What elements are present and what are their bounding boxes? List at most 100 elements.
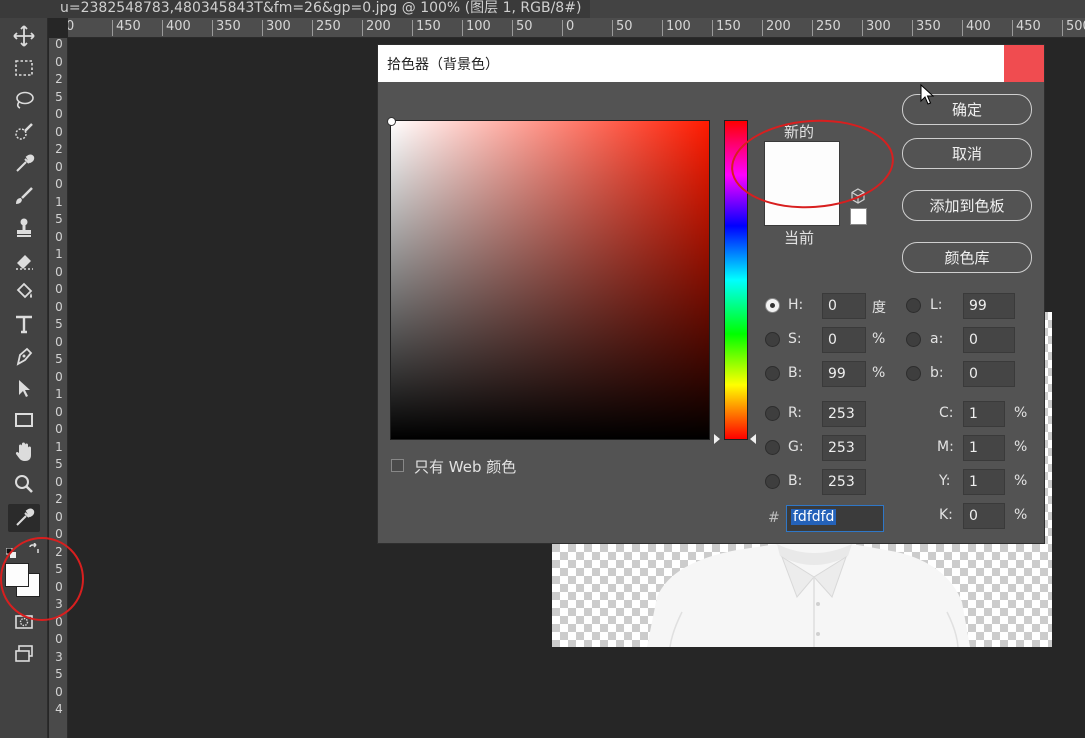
l-input[interactable]: 99 xyxy=(963,293,1015,319)
ruler-tick-label: 150 xyxy=(712,20,741,36)
radio-l[interactable] xyxy=(906,298,921,313)
ruler-tick-label: 0 xyxy=(562,20,574,36)
field-cursor[interactable] xyxy=(387,117,396,126)
a-input[interactable]: 0 xyxy=(963,327,1015,353)
eyedropper-active-icon[interactable] xyxy=(8,504,40,532)
move-icon[interactable] xyxy=(8,22,40,50)
hand-icon[interactable] xyxy=(8,438,40,466)
radio-h[interactable] xyxy=(765,298,780,313)
ruler-tick-label: 350 xyxy=(212,20,241,36)
b-input[interactable]: 99 xyxy=(822,361,866,387)
hex-value-selected: fdfdfd xyxy=(791,509,837,525)
vertical-ruler-tick-label: 2 xyxy=(55,142,63,156)
add-to-swatches-button[interactable]: 添加到色板 xyxy=(902,190,1032,221)
marquee-icon[interactable] xyxy=(8,54,40,82)
rgb-b-input[interactable]: 253 xyxy=(822,469,866,495)
ruler-tick-label: 200 xyxy=(362,20,391,36)
vertical-ruler-tick-label: 3 xyxy=(55,649,63,664)
lasso-icon[interactable] xyxy=(8,86,40,114)
cancel-button[interactable]: 取消 xyxy=(902,138,1032,169)
lab-b-label: b: xyxy=(930,365,944,381)
k-input[interactable]: 0 xyxy=(963,503,1005,529)
vertical-ruler-tick-label: 0 xyxy=(55,264,63,279)
k-unit: % xyxy=(1014,507,1028,523)
vertical-ruler-tick-label: 0 xyxy=(55,282,63,296)
ruler-tick-label: 400 xyxy=(162,20,191,36)
dialog-title: 拾色器（背景色） xyxy=(387,57,499,73)
ruler-tick-label: 300 xyxy=(862,20,891,36)
c-input[interactable]: 1 xyxy=(963,401,1005,427)
ruler-tick-label: 100 xyxy=(662,20,691,36)
vertical-ruler-tick-label: 0 xyxy=(55,474,63,489)
r-label: R: xyxy=(788,405,803,421)
b-label: B: xyxy=(788,365,803,381)
ruler-tick-label: 250 xyxy=(312,20,341,36)
radio-b[interactable] xyxy=(765,366,780,381)
stamp-icon[interactable] xyxy=(8,214,40,242)
r-input[interactable]: 253 xyxy=(822,401,866,427)
h-input[interactable]: 0 xyxy=(822,293,866,319)
ruler-tick-label: 450 xyxy=(112,20,141,36)
vertical-ruler-tick-label: 5 xyxy=(55,352,63,366)
radio-lab-b[interactable] xyxy=(906,366,921,381)
m-input[interactable]: 1 xyxy=(963,435,1005,461)
radio-r[interactable] xyxy=(765,406,780,421)
g-input[interactable]: 253 xyxy=(822,435,866,461)
l-label: L: xyxy=(930,297,943,313)
vertical-ruler-tick-label: 5 xyxy=(55,667,63,681)
b-unit: % xyxy=(872,365,886,381)
eyedropper-icon[interactable] xyxy=(8,150,40,178)
quick-select-icon[interactable] xyxy=(8,118,40,146)
hex-input[interactable]: fdfdfd xyxy=(786,505,884,532)
ruler-tick-label: 450 xyxy=(1012,20,1041,36)
s-input[interactable]: 0 xyxy=(822,327,866,353)
vertical-ruler-tick-label: 0 xyxy=(55,159,63,174)
radio-a[interactable] xyxy=(906,332,921,347)
active-tab-region[interactable] xyxy=(590,0,1085,18)
radio-s[interactable] xyxy=(765,332,780,347)
annotation-ring-color-swatches xyxy=(0,537,84,621)
vertical-ruler-tick-label: 0 xyxy=(55,369,63,384)
paint-bucket-icon[interactable] xyxy=(8,278,40,306)
web-colors-only-label: 只有 Web 颜色 xyxy=(414,458,517,476)
radio-rgb-b[interactable] xyxy=(765,474,780,489)
vertical-ruler-tick-label: 0 xyxy=(55,54,63,69)
ruler-tick-label: 300 xyxy=(262,20,291,36)
ruler-tick-label: 250 xyxy=(812,20,841,36)
ruler-tick-label: 400 xyxy=(962,20,991,36)
screen-mode-icon[interactable] xyxy=(8,640,40,668)
web-safe-swatch[interactable] xyxy=(850,208,867,225)
document-tab-strip: u=2382548783,480345843T&fm=26&gp=0.jpg @… xyxy=(0,0,1085,18)
ruler-tick-label: 50 xyxy=(612,20,633,36)
eraser-icon[interactable] xyxy=(8,246,40,274)
radio-g[interactable] xyxy=(765,440,780,455)
document-tab-title[interactable]: u=2382548783,480345843T&fm=26&gp=0.jpg @… xyxy=(60,0,581,17)
vertical-ruler-tick-label: 0 xyxy=(55,334,63,349)
rectangle-icon[interactable] xyxy=(8,406,40,434)
y-unit: % xyxy=(1014,473,1028,489)
vertical-ruler-tick-label: 2 xyxy=(55,492,63,506)
brush-icon[interactable] xyxy=(8,182,40,210)
lab-b-input[interactable]: 0 xyxy=(963,361,1015,387)
type-icon[interactable] xyxy=(8,310,40,338)
dialog-titlebar[interactable]: 拾色器（背景色） xyxy=(378,45,1044,82)
close-button[interactable] xyxy=(1004,45,1044,82)
ruler-tick-label: 500 xyxy=(1062,20,1085,36)
color-libraries-button[interactable]: 颜色库 xyxy=(902,242,1032,273)
zoom-icon[interactable] xyxy=(8,470,40,498)
vertical-ruler-tick-label: 0 xyxy=(55,177,63,191)
pen-icon[interactable] xyxy=(8,342,40,370)
hex-label: # xyxy=(768,510,780,526)
hue-slider-left-arrow[interactable] xyxy=(714,434,720,444)
vertical-ruler-tick-label: 0 xyxy=(55,509,63,524)
path-select-icon[interactable] xyxy=(8,374,40,402)
y-label: Y: xyxy=(939,473,951,489)
g-label: G: xyxy=(788,439,804,455)
y-input[interactable]: 1 xyxy=(963,469,1005,495)
vertical-ruler-tick-label: 0 xyxy=(55,422,63,436)
saturation-brightness-field[interactable] xyxy=(387,117,710,440)
vertical-ruler-tick-label: 2 xyxy=(55,72,63,86)
hue-slider-right-arrow[interactable] xyxy=(750,434,756,444)
web-colors-only-checkbox[interactable] xyxy=(391,459,404,472)
vertical-ruler-tick-label: 4 xyxy=(55,702,63,716)
